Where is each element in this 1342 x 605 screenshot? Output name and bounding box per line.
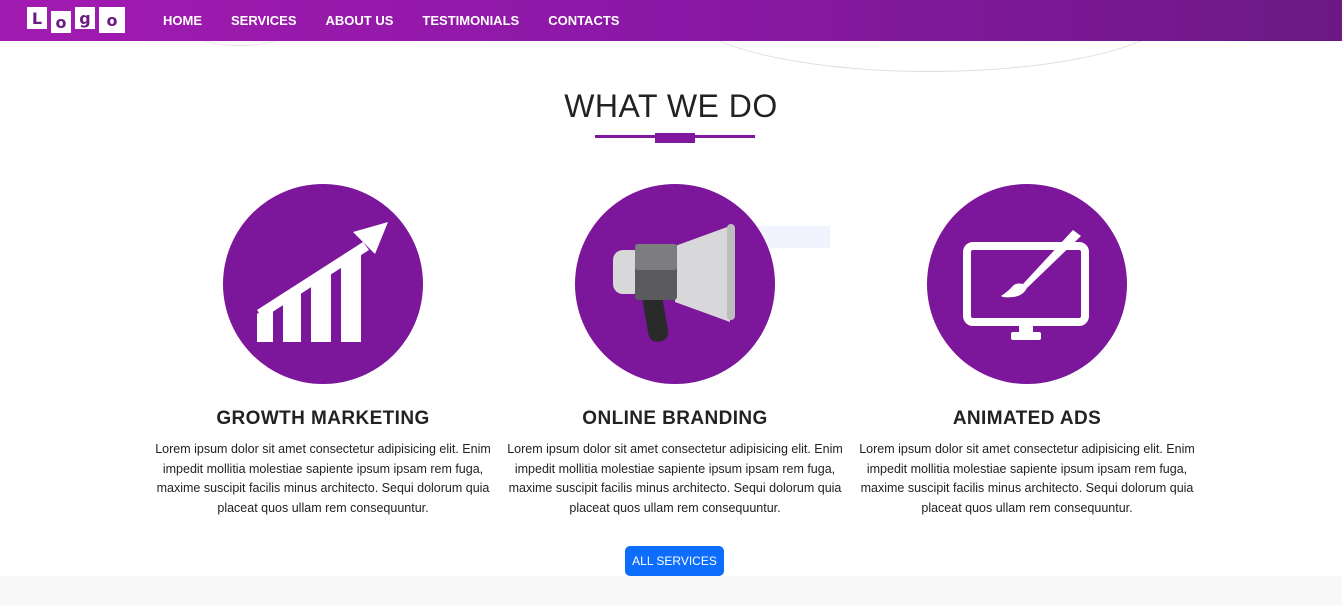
nav-link-testimonials[interactable]: TESTIMONIALS (422, 13, 519, 28)
service-title: GROWTH MARKETING (216, 408, 430, 429)
logo-letter: L (27, 7, 47, 29)
megaphone-icon (613, 224, 735, 342)
title-divider-accent (655, 133, 695, 143)
growth-chart-icon (257, 222, 388, 342)
next-section-band (0, 576, 1342, 605)
service-description: Lorem ipsum dolor sit amet consectetur a… (859, 442, 1195, 515)
service-title: ANIMATED ADS (952, 408, 1102, 429)
section-title: WHAT WE DO (564, 88, 778, 124)
service-icon-circle (223, 184, 423, 384)
logo-letter: o (51, 11, 71, 33)
all-services-button[interactable]: ALL SERVICES (625, 546, 724, 576)
nav-links: HOME SERVICES ABOUT US TESTIMONIALS CONT… (163, 0, 648, 41)
service-icon-circle (927, 184, 1127, 384)
nav-link-contacts[interactable]: CONTACTS (548, 13, 619, 28)
logo-letter: o (99, 7, 125, 33)
service-description: Lorem ipsum dolor sit amet consectetur a… (507, 442, 843, 515)
service-title: ONLINE BRANDING (582, 408, 768, 429)
nav-link-about-us[interactable]: ABOUT US (326, 13, 394, 28)
service-card-growth-marketing: GROWTH MARKETING Lorem ipsum dolor sit a… (153, 184, 493, 518)
nav-link-home[interactable]: HOME (163, 13, 202, 28)
logo-letter: g (75, 7, 95, 29)
service-description: Lorem ipsum dolor sit amet consectetur a… (155, 442, 491, 515)
top-navbar: L o g o HOME SERVICES ABOUT US TESTIMONI… (0, 0, 1342, 41)
service-card-animated-ads: ANIMATED ADS Lorem ipsum dolor sit amet … (857, 184, 1197, 518)
monitor-brush-icon (963, 230, 1089, 340)
logo[interactable]: L o g o (27, 7, 125, 33)
service-card-online-branding: ONLINE BRANDING Lorem ipsum dolor sit am… (505, 184, 845, 518)
service-icon-circle (575, 184, 775, 384)
nav-link-services[interactable]: SERVICES (231, 13, 297, 28)
